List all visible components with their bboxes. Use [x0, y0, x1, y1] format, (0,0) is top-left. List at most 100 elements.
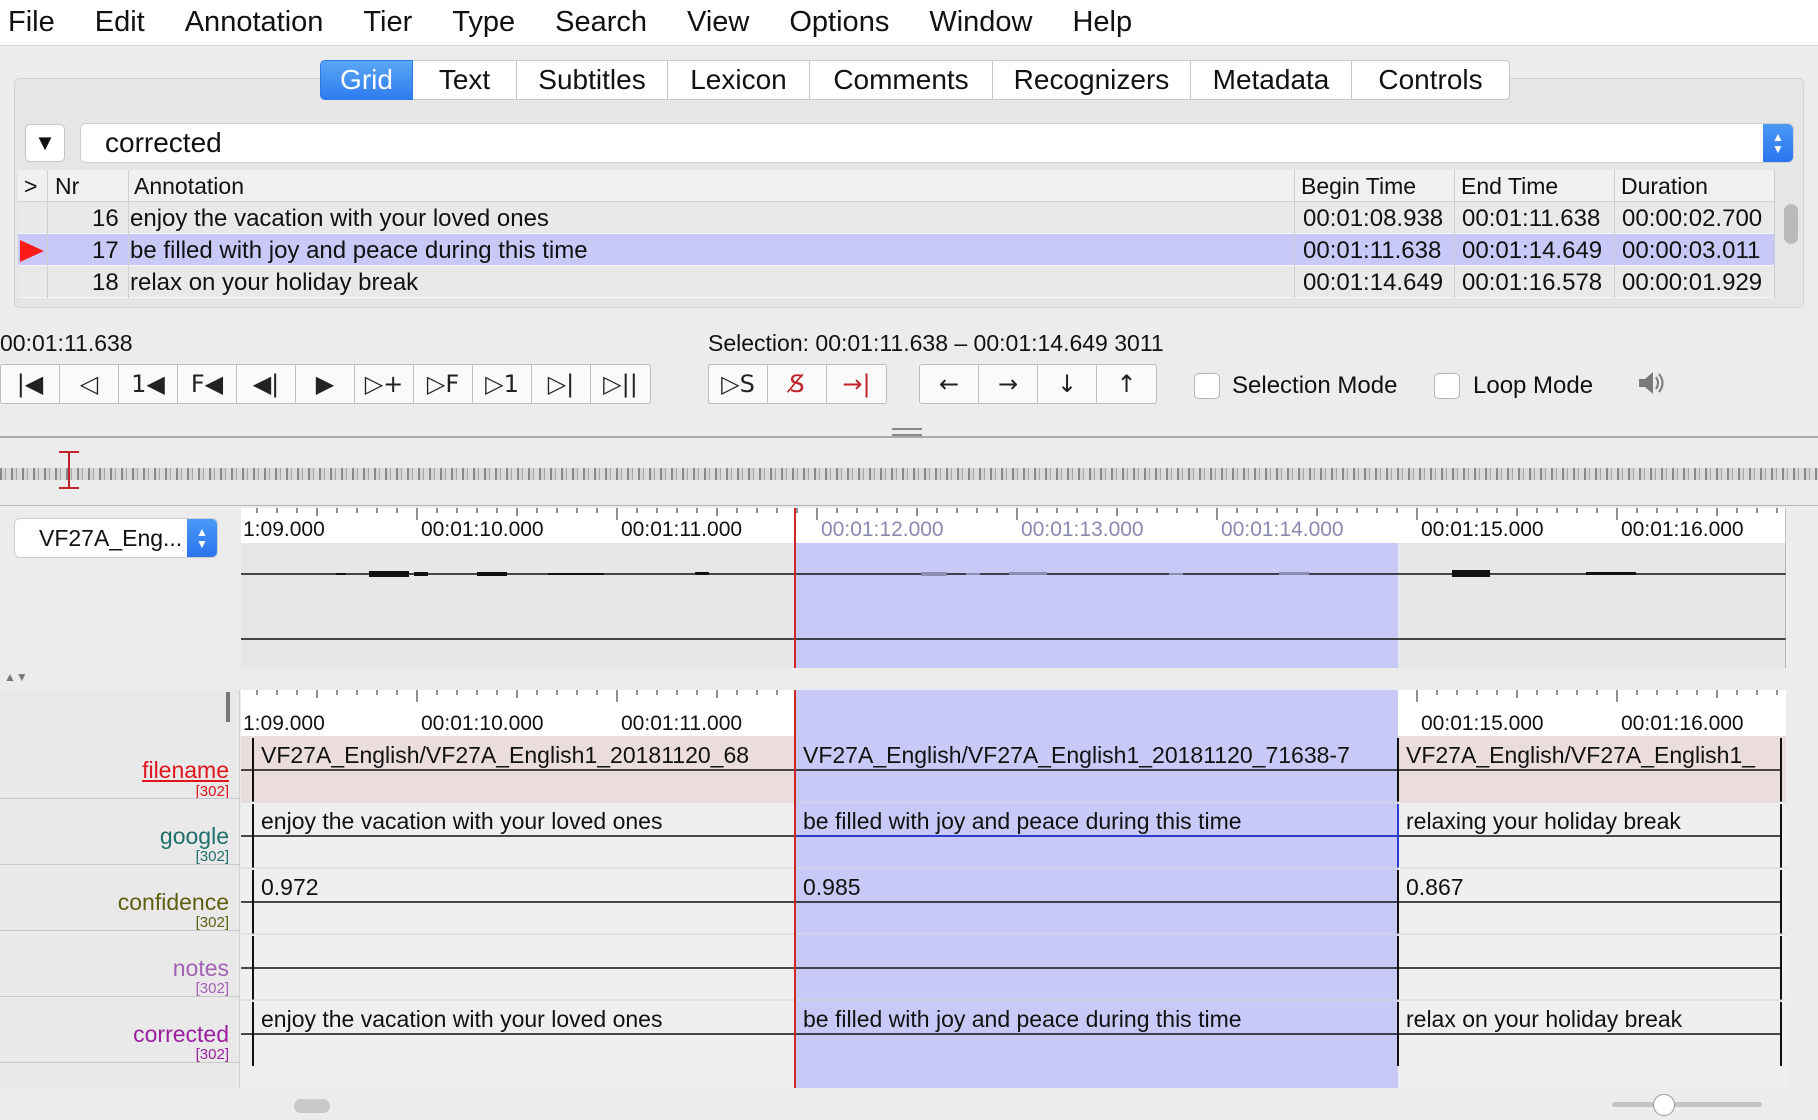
waveform-tick-label: 00:01:11.000: [621, 518, 742, 541]
timeline-scrollbar-thumb[interactable]: [294, 1099, 330, 1113]
annotation-cell[interactable]: VF27A_English/VF27A_English1_: [1406, 742, 1756, 768]
previous-tier-button[interactable]: ↑: [1097, 365, 1156, 403]
menu-tier[interactable]: Tier: [343, 6, 432, 39]
next-page-button[interactable]: ▷|: [532, 365, 591, 403]
select-arrows-icon: ▲ ▼: [187, 519, 217, 557]
column-divider: [1614, 170, 1615, 298]
splitter-grip[interactable]: [892, 428, 922, 436]
next-second-button[interactable]: ▷1: [473, 365, 532, 403]
menu-annotation[interactable]: Annotation: [165, 6, 344, 39]
overview-cursor-icon[interactable]: [58, 450, 80, 490]
header-duration[interactable]: Duration: [1621, 173, 1708, 200]
timeline-tick-label: 00:01:11.000: [621, 712, 742, 735]
annotation-cell[interactable]: 0.867: [1406, 874, 1464, 900]
header-nr[interactable]: Nr: [55, 173, 79, 200]
menu-file[interactable]: File: [0, 6, 75, 39]
tab-metadata[interactable]: Metadata: [1191, 60, 1352, 100]
time-overview[interactable]: [0, 451, 1818, 489]
menu-edit[interactable]: Edit: [75, 6, 165, 39]
tier-label-google[interactable]: google: [160, 823, 229, 850]
go-to-begin-button[interactable]: |◀: [1, 365, 60, 403]
tab-subtitles[interactable]: Subtitles: [517, 60, 668, 100]
column-divider: [1294, 170, 1295, 298]
grid-header: > Nr Annotation Begin Time End Time Dura…: [18, 170, 1774, 202]
menu-type[interactable]: Type: [432, 6, 535, 39]
tier-count: [302]: [195, 980, 229, 997]
resize-handle[interactable]: [226, 692, 230, 722]
grid-scrollbar-thumb[interactable]: [1784, 204, 1798, 244]
table-row[interactable]: 16 enjoy the vacation with your loved on…: [18, 202, 1774, 234]
previous-second-button[interactable]: 1◀: [119, 365, 178, 403]
tab-lexicon[interactable]: Lexicon: [668, 60, 810, 100]
grid-tier-select[interactable]: corrected ▲ ▼: [80, 123, 1794, 163]
timeline-viewer[interactable]: 1:09.00000:01:10.00000:01:11.00000:01:12…: [241, 690, 1786, 1088]
table-row[interactable]: 18 relax on your holiday break 00:01:14.…: [18, 266, 1774, 298]
row-nr: 17: [92, 237, 119, 264]
play-button[interactable]: ▶: [296, 365, 355, 403]
menu-window[interactable]: Window: [909, 6, 1052, 39]
annotation-cell[interactable]: relaxing your holiday break: [1406, 808, 1681, 834]
annotation-cell[interactable]: enjoy the vacation with your loved ones: [261, 808, 662, 834]
menu-bar: File Edit Annotation Tier Type Search Vi…: [0, 0, 1818, 46]
previous-frame-button[interactable]: F◀: [178, 365, 237, 403]
zoom-slider-knob[interactable]: [1653, 1094, 1675, 1116]
row-begin: 00:01:14.649: [1303, 269, 1444, 296]
tier-count: [302]: [195, 1046, 229, 1063]
next-annotation-button[interactable]: →: [979, 365, 1038, 403]
annotation-cell[interactable]: 0.985: [803, 874, 861, 900]
waveform-viewer[interactable]: 1:09.000 00:01:10.000 00:01:11.000 00:01:12…: [241, 508, 1786, 668]
volume-icon[interactable]: [1636, 369, 1666, 404]
zoom-slider-track[interactable]: [1612, 1102, 1762, 1107]
tab-controls[interactable]: Controls: [1352, 60, 1510, 100]
tab-comments[interactable]: Comments: [810, 60, 993, 100]
tab-text[interactable]: Text: [413, 60, 517, 100]
column-divider: [128, 170, 129, 298]
annotation-cell[interactable]: VF27A_English/VF27A_English1_20181120_71…: [803, 742, 1350, 768]
annotation-nav-controls: ← → ↓ ↑: [919, 364, 1157, 404]
tier-label-corrected[interactable]: corrected: [133, 1021, 229, 1048]
annotation-cell[interactable]: VF27A_English/VF27A_English1_20181120_68: [261, 742, 749, 768]
header-begin-time[interactable]: Begin Time: [1301, 173, 1416, 200]
toggle-active-boundary-button[interactable]: →|: [827, 365, 886, 403]
header-end-time[interactable]: End Time: [1461, 173, 1558, 200]
column-divider: [1774, 170, 1775, 298]
waveform-tick-label: 00:01:16.000: [1621, 518, 1744, 541]
tab-recognizers[interactable]: Recognizers: [993, 60, 1191, 100]
grid-options-button[interactable]: ▼: [25, 124, 65, 162]
header-annotation[interactable]: Annotation: [134, 173, 244, 200]
tier-label-confidence[interactable]: confidence: [118, 889, 229, 916]
loop-mode-checkbox[interactable]: [1434, 373, 1460, 399]
annotation-cell[interactable]: enjoy the vacation with your loved ones: [261, 1006, 662, 1032]
tier-label-filename[interactable]: filename: [142, 757, 229, 784]
column-divider: [47, 170, 48, 298]
menu-options[interactable]: Options: [769, 6, 909, 39]
table-row-selected[interactable]: 17 be filled with joy and peace during t…: [18, 234, 1774, 266]
row-duration: 00:00:02.700: [1622, 205, 1763, 232]
current-row-arrow-icon: [20, 240, 44, 262]
next-tier-button[interactable]: ↓: [1038, 365, 1097, 403]
tier-count: [302]: [195, 914, 229, 931]
menu-view[interactable]: View: [667, 6, 769, 39]
menu-help[interactable]: Help: [1052, 6, 1152, 39]
menu-search[interactable]: Search: [535, 6, 667, 39]
previous-page-button[interactable]: ◁: [60, 365, 119, 403]
previous-annotation-button[interactable]: ←: [920, 365, 979, 403]
play-selection-button[interactable]: ▷S: [709, 365, 768, 403]
splitter[interactable]: [0, 436, 1818, 438]
annotation-cell[interactable]: 0.972: [261, 874, 319, 900]
tab-grid[interactable]: Grid: [320, 60, 413, 100]
annotation-cell[interactable]: relax on your holiday break: [1406, 1006, 1683, 1032]
next-frame-button[interactable]: ▷F: [414, 365, 473, 403]
annotation-cell[interactable]: be filled with joy and peace during this…: [803, 808, 1242, 834]
annotation-cell[interactable]: be filled with joy and peace during this…: [803, 1006, 1242, 1032]
go-to-end-button[interactable]: ▷||: [591, 365, 650, 403]
waveform-tier-select[interactable]: VF27A_Eng... ▲ ▼: [14, 518, 218, 558]
tier-label-notes[interactable]: notes: [173, 955, 229, 982]
grid-tier-select-value: corrected: [105, 127, 222, 158]
previous-pixel-button[interactable]: ◀|: [237, 365, 296, 403]
selection-mode-checkbox[interactable]: [1194, 373, 1220, 399]
next-pixel-button[interactable]: ▷+: [355, 365, 414, 403]
row-end: 00:01:16.578: [1462, 269, 1603, 296]
clear-selection-button[interactable]: S̸: [768, 365, 827, 403]
collapse-arrows-icon[interactable]: ▲▼: [4, 670, 28, 684]
